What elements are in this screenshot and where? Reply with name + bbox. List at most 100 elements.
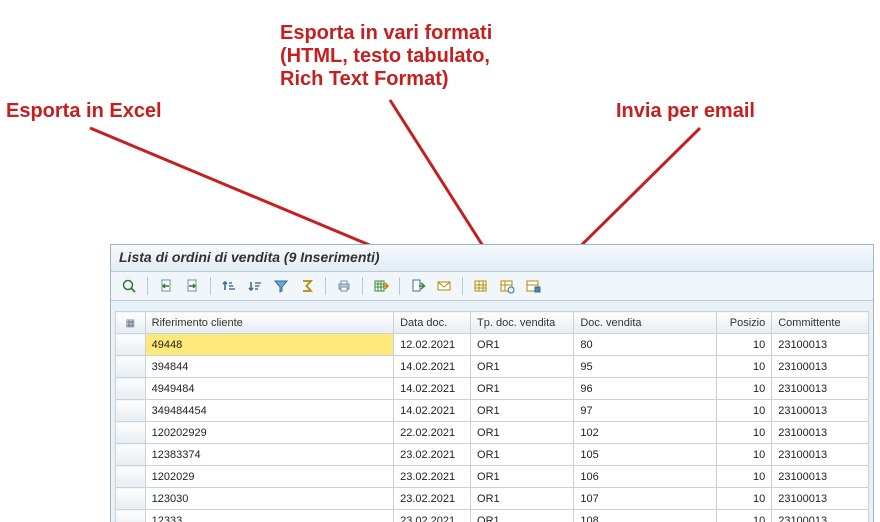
cell-tp-doc: OR1 xyxy=(471,466,574,488)
cell-posizione: 10 xyxy=(717,422,772,444)
table-header-row: ▦ Riferimento cliente Data doc. Tp. doc.… xyxy=(116,312,869,334)
row-selector[interactable] xyxy=(116,466,146,488)
toolbar-separator xyxy=(210,277,211,295)
cell-riferimento: 349484454 xyxy=(145,400,393,422)
cell-committente: 23100013 xyxy=(772,334,869,356)
layout-select-button[interactable] xyxy=(495,275,519,297)
annotation-line: Esporta in vari formati xyxy=(280,22,492,44)
cell-committente: 23100013 xyxy=(772,466,869,488)
row-selector[interactable] xyxy=(116,422,146,444)
cell-committente: 23100013 xyxy=(772,356,869,378)
total-button[interactable] xyxy=(295,275,319,297)
cell-doc-vendita: 102 xyxy=(574,422,717,444)
toolbar-separator xyxy=(399,277,400,295)
envelope-icon xyxy=(436,278,452,294)
row-selector[interactable] xyxy=(116,400,146,422)
table-row[interactable]: 12303023.02.2021OR11071023100013 xyxy=(116,488,869,510)
cell-riferimento: 4949484 xyxy=(145,378,393,400)
table-row[interactable]: 34948445414.02.2021OR1971023100013 xyxy=(116,400,869,422)
col-data-doc[interactable]: Data doc. xyxy=(394,312,471,334)
document-arrow-left-icon xyxy=(158,278,174,294)
col-tp-doc[interactable]: Tp. doc. vendita xyxy=(471,312,574,334)
toolbar-separator xyxy=(325,277,326,295)
toolbar-separator xyxy=(147,277,148,295)
cell-doc-vendita: 80 xyxy=(574,334,717,356)
cell-data-doc: 23.02.2021 xyxy=(394,488,471,510)
grid-icon xyxy=(473,278,489,294)
cell-doc-vendita: 97 xyxy=(574,400,717,422)
sort-desc-button[interactable] xyxy=(243,275,267,297)
layout-save-button[interactable] xyxy=(521,275,545,297)
cell-posizione: 10 xyxy=(717,488,772,510)
table-row[interactable]: 12020292922.02.2021OR11021023100013 xyxy=(116,422,869,444)
cell-tp-doc: OR1 xyxy=(471,378,574,400)
cell-committente: 23100013 xyxy=(772,510,869,522)
cell-riferimento: 123030 xyxy=(145,488,393,510)
sigma-icon xyxy=(299,278,315,294)
export-excel-button[interactable] xyxy=(369,275,393,297)
cell-riferimento: 12383374 xyxy=(145,444,393,466)
document-next-button[interactable] xyxy=(180,275,204,297)
magnifier-icon xyxy=(121,278,137,294)
cell-posizione: 10 xyxy=(717,510,772,522)
printer-icon xyxy=(336,278,352,294)
alv-toolbar xyxy=(111,272,873,301)
cell-data-doc: 12.02.2021 xyxy=(394,334,471,356)
cell-committente: 23100013 xyxy=(772,400,869,422)
spreadsheet-export-icon xyxy=(373,278,389,294)
cell-doc-vendita: 106 xyxy=(574,466,717,488)
grid-select-icon xyxy=(499,278,515,294)
send-mail-button[interactable] xyxy=(432,275,456,297)
file-export-icon xyxy=(410,278,426,294)
row-selector[interactable] xyxy=(116,334,146,356)
cell-riferimento: 120202929 xyxy=(145,422,393,444)
row-selector[interactable] xyxy=(116,378,146,400)
table-row[interactable]: 494948414.02.2021OR1961023100013 xyxy=(116,378,869,400)
row-selector[interactable] xyxy=(116,488,146,510)
sort-desc-icon xyxy=(247,278,263,294)
sap-alv-window: Lista di ordini di vendita (9 Inseriment… xyxy=(110,244,874,522)
sort-asc-button[interactable] xyxy=(217,275,241,297)
cell-tp-doc: OR1 xyxy=(471,356,574,378)
window-title: Lista di ordini di vendita (9 Inseriment… xyxy=(111,245,873,272)
sort-asc-icon xyxy=(221,278,237,294)
row-selector[interactable] xyxy=(116,444,146,466)
cell-data-doc: 22.02.2021 xyxy=(394,422,471,444)
cell-riferimento: 12333 xyxy=(145,510,393,522)
orders-table[interactable]: ▦ Riferimento cliente Data doc. Tp. doc.… xyxy=(115,311,869,522)
document-prev-button[interactable] xyxy=(154,275,178,297)
filter-button[interactable] xyxy=(269,275,293,297)
cell-posizione: 10 xyxy=(717,466,772,488)
select-all-button[interactable]: ▦ xyxy=(116,312,146,334)
col-committente[interactable]: Committente xyxy=(772,312,869,334)
cell-committente: 23100013 xyxy=(772,488,869,510)
row-selector[interactable] xyxy=(116,510,146,522)
print-button[interactable] xyxy=(332,275,356,297)
cell-doc-vendita: 105 xyxy=(574,444,717,466)
funnel-icon xyxy=(273,278,289,294)
table-row[interactable]: 1233323.02.2021OR11081023100013 xyxy=(116,510,869,522)
grid-save-icon xyxy=(525,278,541,294)
table-row[interactable]: 4944812.02.2021OR1801023100013 xyxy=(116,334,869,356)
cell-committente: 23100013 xyxy=(772,422,869,444)
cell-data-doc: 23.02.2021 xyxy=(394,466,471,488)
cell-posizione: 10 xyxy=(717,334,772,356)
cell-riferimento: 49448 xyxy=(145,334,393,356)
detail-button[interactable] xyxy=(117,275,141,297)
row-selector[interactable] xyxy=(116,356,146,378)
col-posizione[interactable]: Posizio xyxy=(717,312,772,334)
col-doc-vendita[interactable]: Doc. vendita xyxy=(574,312,717,334)
table-row[interactable]: 1238337423.02.2021OR11051023100013 xyxy=(116,444,869,466)
table-row[interactable]: 120202923.02.2021OR11061023100013 xyxy=(116,466,869,488)
table-row[interactable]: 39484414.02.2021OR1951023100013 xyxy=(116,356,869,378)
export-file-button[interactable] xyxy=(406,275,430,297)
cell-doc-vendita: 96 xyxy=(574,378,717,400)
layout-change-button[interactable] xyxy=(469,275,493,297)
toolbar-separator xyxy=(462,277,463,295)
cell-tp-doc: OR1 xyxy=(471,400,574,422)
cell-riferimento: 394844 xyxy=(145,356,393,378)
annotation-line: (HTML, testo tabulato, xyxy=(280,45,490,67)
annotation-export-excel: Esporta in Excel xyxy=(6,100,206,123)
col-riferimento[interactable]: Riferimento cliente xyxy=(145,312,393,334)
cell-tp-doc: OR1 xyxy=(471,488,574,510)
